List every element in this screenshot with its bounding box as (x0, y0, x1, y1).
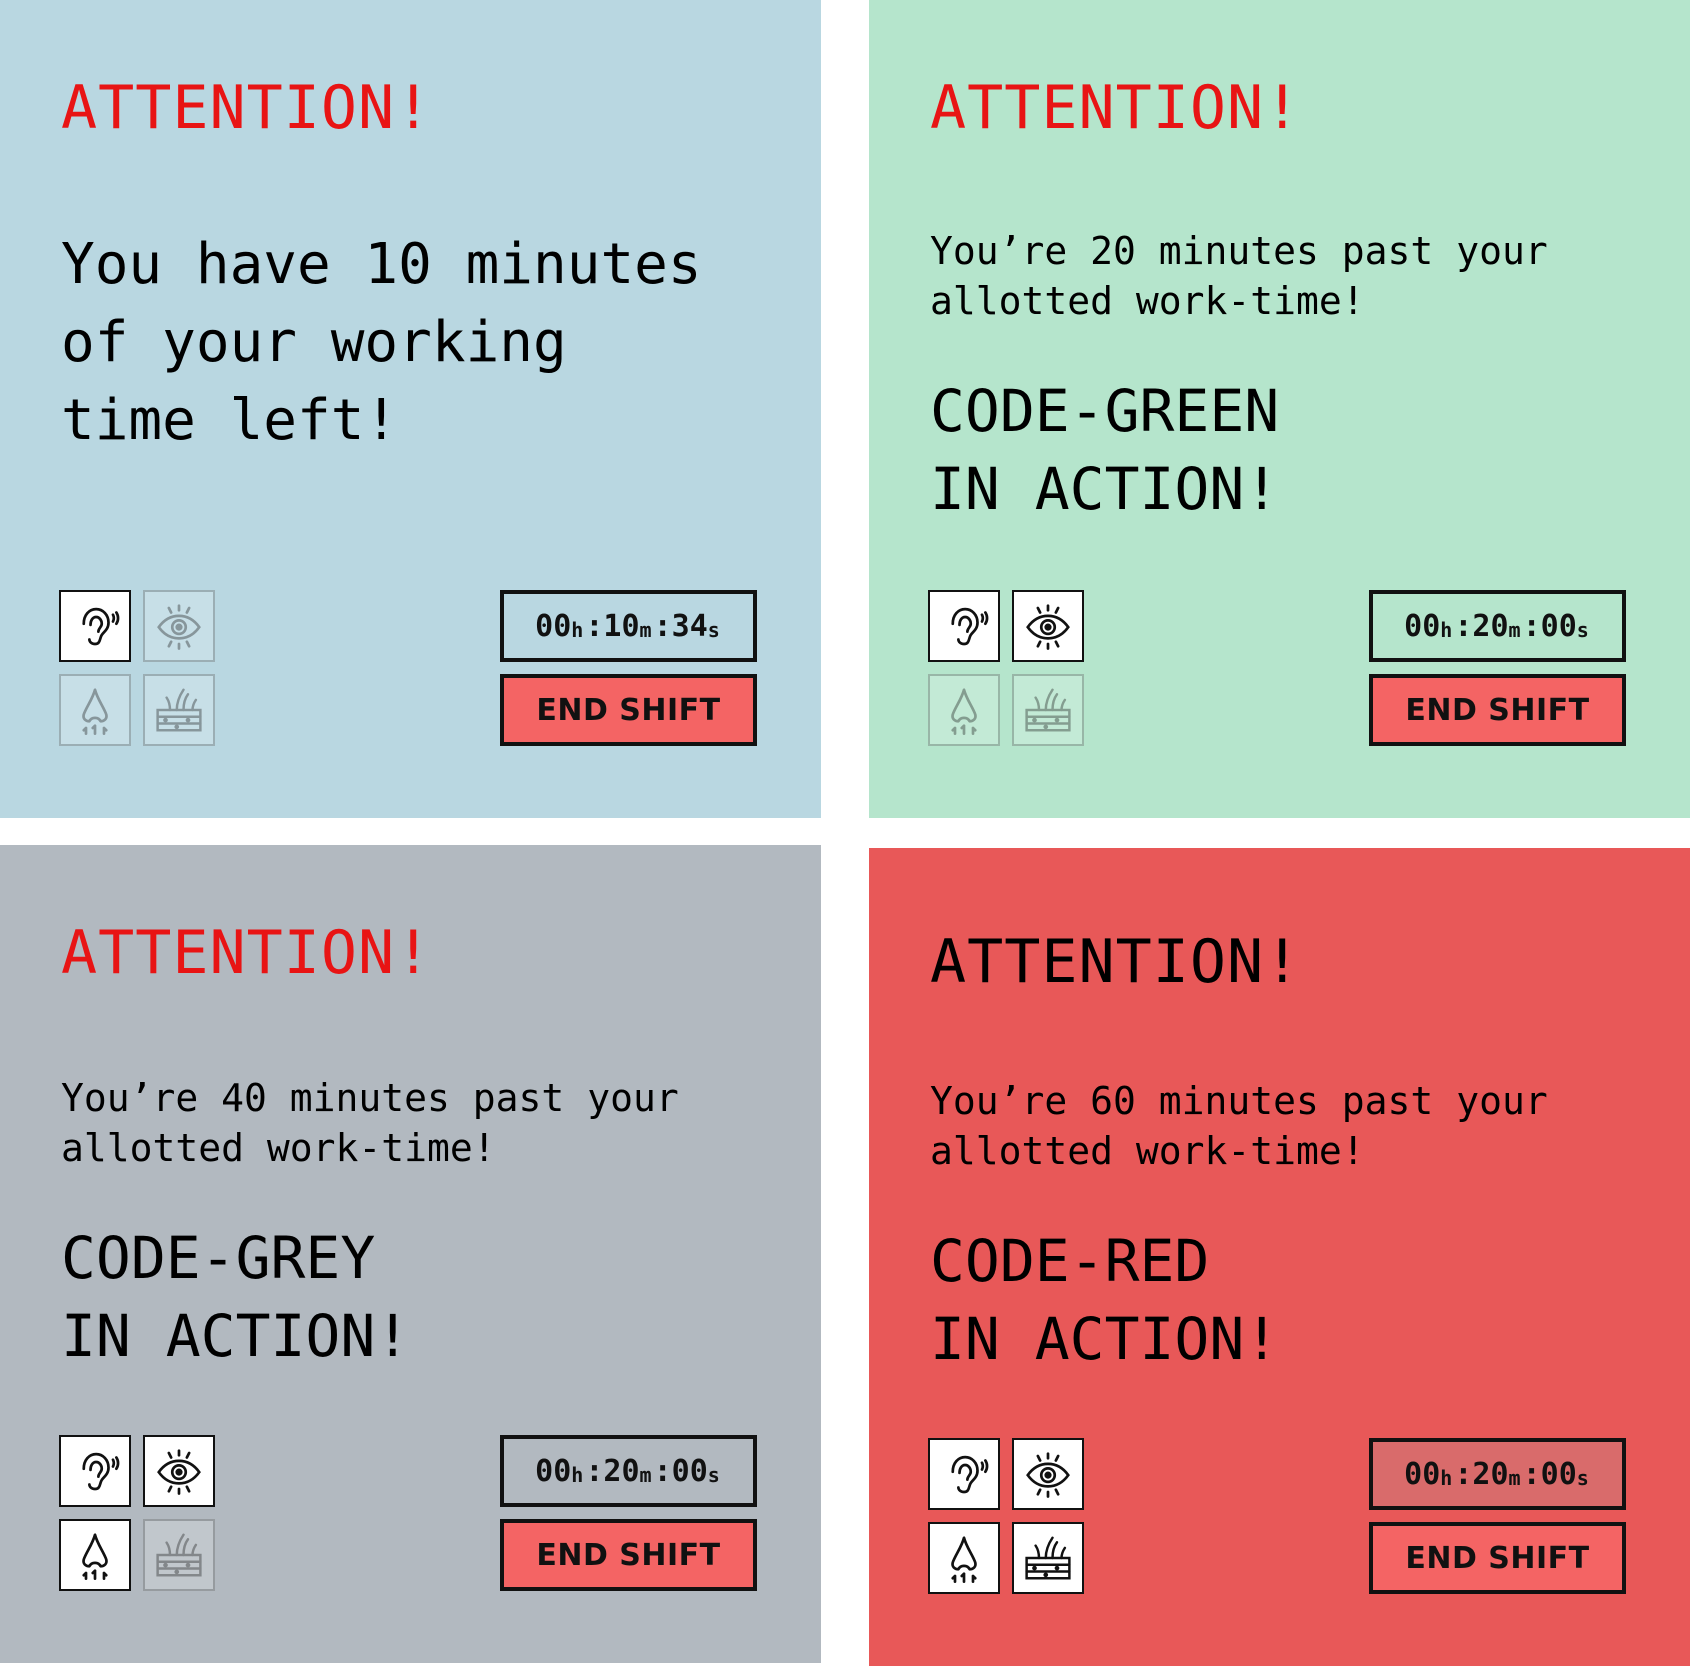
end-shift-button[interactable]: END SHIFT (500, 674, 757, 746)
sense-indicator-grid (59, 590, 219, 750)
timer-seconds: 00 (671, 1453, 708, 1489)
timer-hours: 00 (1404, 1456, 1441, 1492)
timer-seconds-unit: s (707, 1463, 720, 1487)
ear-icon (59, 590, 131, 662)
eye-icon (1012, 590, 1084, 662)
alert-panel-code-green: ATTENTION! You’re 20 minutes past your a… (869, 0, 1690, 818)
timer-hours: 00 (535, 608, 572, 644)
timer-hours-unit: h (571, 618, 584, 642)
timer-separator: : (1454, 608, 1473, 644)
timer-seconds-unit: s (1576, 1466, 1589, 1490)
sense-indicator-grid (928, 590, 1088, 750)
ear-icon (928, 590, 1000, 662)
skin-icon (143, 1519, 215, 1591)
timer-hours: 00 (1404, 608, 1441, 644)
shift-timer: 00 h:10 m:34 s (500, 590, 757, 662)
alert-panel-time-left: ATTENTION! You have 10 minutes of your w… (0, 0, 821, 818)
code-status-text: CODE-RED IN ACTION! (930, 1227, 1280, 1373)
sense-indicator-grid (59, 1435, 219, 1595)
timer-hours: 00 (535, 1453, 572, 1489)
timer-minutes-unit: m (639, 618, 652, 642)
nose-icon (928, 674, 1000, 746)
attention-heading: ATTENTION! (61, 73, 433, 143)
timer-minutes: 20 (1472, 1456, 1509, 1492)
alert-panel-code-red: ATTENTION! You’re 60 minutes past your a… (869, 848, 1690, 1666)
timer-separator: : (653, 608, 672, 644)
timer-minutes: 10 (603, 608, 640, 644)
skin-icon (143, 674, 215, 746)
attention-heading: ATTENTION! (61, 918, 433, 988)
alert-message: You’re 20 minutes past your allotted wor… (930, 229, 1548, 323)
alert-message: You’re 40 minutes past your allotted wor… (61, 1076, 679, 1170)
attention-heading: ATTENTION! (930, 927, 1302, 997)
alert-message: You have 10 minutes of your working time… (61, 232, 702, 453)
nose-icon (59, 674, 131, 746)
skin-icon (1012, 1522, 1084, 1594)
timer-separator: : (653, 1453, 672, 1489)
attention-heading: ATTENTION! (930, 73, 1302, 143)
shift-timer: 00 h:20 m:00 s (1369, 590, 1626, 662)
timer-seconds-unit: s (707, 618, 720, 642)
sense-indicator-grid (928, 1438, 1088, 1598)
ear-icon (928, 1438, 1000, 1510)
timer-minutes-unit: m (639, 1463, 652, 1487)
timer-separator: : (1522, 608, 1541, 644)
timer-minutes: 20 (603, 1453, 640, 1489)
shift-timer: 00 h:20 m:00 s (500, 1435, 757, 1507)
nose-icon (928, 1522, 1000, 1594)
ear-icon (59, 1435, 131, 1507)
timer-separator: : (585, 1453, 604, 1489)
code-status-text: CODE-GREEN IN ACTION! (930, 377, 1280, 523)
end-shift-button[interactable]: END SHIFT (1369, 674, 1626, 746)
timer-seconds: 34 (671, 608, 708, 644)
alert-message: You’re 60 minutes past your allotted wor… (930, 1079, 1548, 1173)
timer-hours-unit: h (571, 1463, 584, 1487)
timer-hours-unit: h (1440, 1466, 1453, 1490)
timer-minutes-unit: m (1508, 618, 1521, 642)
skin-icon (1012, 674, 1084, 746)
eye-icon (143, 590, 215, 662)
eye-icon (143, 1435, 215, 1507)
timer-separator: : (585, 608, 604, 644)
nose-icon (59, 1519, 131, 1591)
timer-seconds: 00 (1540, 1456, 1577, 1492)
timer-hours-unit: h (1440, 618, 1453, 642)
shift-timer: 00 h:20 m:00 s (1369, 1438, 1626, 1510)
code-status-text: CODE-GREY IN ACTION! (61, 1224, 411, 1370)
eye-icon (1012, 1438, 1084, 1510)
end-shift-button[interactable]: END SHIFT (1369, 1522, 1626, 1594)
timer-minutes: 20 (1472, 608, 1509, 644)
timer-seconds: 00 (1540, 608, 1577, 644)
end-shift-button[interactable]: END SHIFT (500, 1519, 757, 1591)
alert-panel-code-grey: ATTENTION! You’re 40 minutes past your a… (0, 845, 821, 1663)
timer-separator: : (1454, 1456, 1473, 1492)
timer-minutes-unit: m (1508, 1466, 1521, 1490)
timer-seconds-unit: s (1576, 618, 1589, 642)
timer-separator: : (1522, 1456, 1541, 1492)
